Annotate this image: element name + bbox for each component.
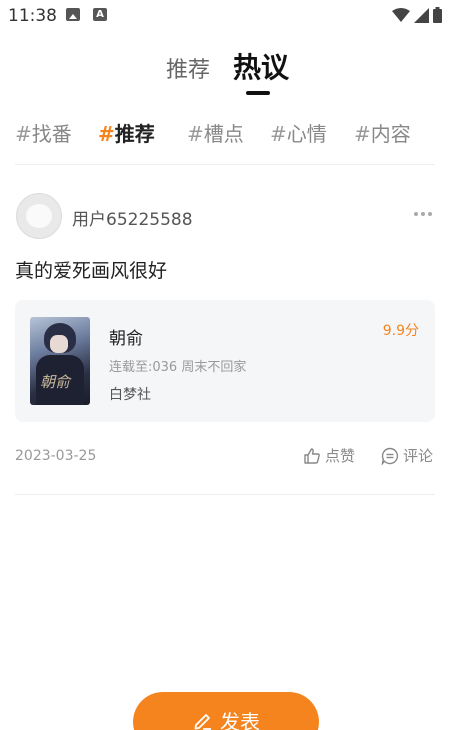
- like-label: 点赞: [325, 447, 356, 465]
- status-right-icons: [392, 7, 442, 23]
- battery-icon: [433, 7, 442, 23]
- post-date: 2023-03-25: [15, 448, 97, 464]
- comic-publisher: 白梦社: [109, 387, 151, 403]
- comic-serial-status: 连载至:036 周末不回家: [109, 360, 247, 375]
- comment-button[interactable]: 评论: [381, 445, 433, 466]
- comment-icon: [381, 447, 399, 465]
- tab-recommend[interactable]: 推荐: [166, 52, 210, 84]
- pencil-icon: [194, 714, 211, 730]
- like-button[interactable]: 点赞: [303, 445, 355, 466]
- category-tabs: #找番 #推荐 #槽点 #心情 #内容: [0, 112, 450, 152]
- category-recommend[interactable]: #推荐: [98, 118, 155, 147]
- app-screen: 11:38 A 推荐 热议 #找番 #推荐 #槽点 #心情 #内容 用户6522…: [0, 0, 450, 730]
- post-text: 真的爱死画风很好: [15, 260, 168, 282]
- comic-card[interactable]: 朝俞 朝俞 9.9分 连载至:036 周末不回家 白梦社: [15, 300, 435, 422]
- a-notification-icon: A: [93, 8, 107, 21]
- status-bar: 11:38 A: [0, 0, 450, 34]
- status-time: 11:38: [8, 6, 57, 26]
- more-options-icon[interactable]: [414, 212, 432, 216]
- comic-score: 9.9分: [382, 323, 419, 339]
- thumbs-up-icon: [304, 447, 320, 464]
- comic-cover-title: 朝俞: [40, 373, 71, 391]
- post-username[interactable]: 用户65225588: [72, 205, 193, 230]
- category-mood[interactable]: #心情: [270, 118, 327, 147]
- category-complaints[interactable]: #槽点: [187, 118, 244, 147]
- cell-signal-icon: [414, 7, 429, 23]
- category-divider: [15, 164, 435, 165]
- avatar[interactable]: [16, 193, 62, 239]
- category-content[interactable]: #内容: [354, 118, 411, 147]
- comic-title: 朝俞: [109, 329, 143, 349]
- active-tab-indicator: [246, 91, 270, 95]
- image-notification-icon: [66, 8, 80, 21]
- publish-button[interactable]: 发表: [133, 692, 319, 730]
- top-tab-bar: 推荐 热议: [0, 40, 450, 100]
- wifi-icon: [392, 7, 410, 22]
- category-find-anime[interactable]: #找番: [15, 118, 72, 147]
- avatar-face-icon: [26, 204, 52, 228]
- post-divider: [15, 494, 435, 495]
- publish-label: 发表: [220, 710, 260, 730]
- comment-label: 评论: [403, 447, 434, 465]
- tab-hot-discussion[interactable]: 热议: [233, 46, 289, 86]
- comic-cover-image: 朝俞: [30, 317, 90, 405]
